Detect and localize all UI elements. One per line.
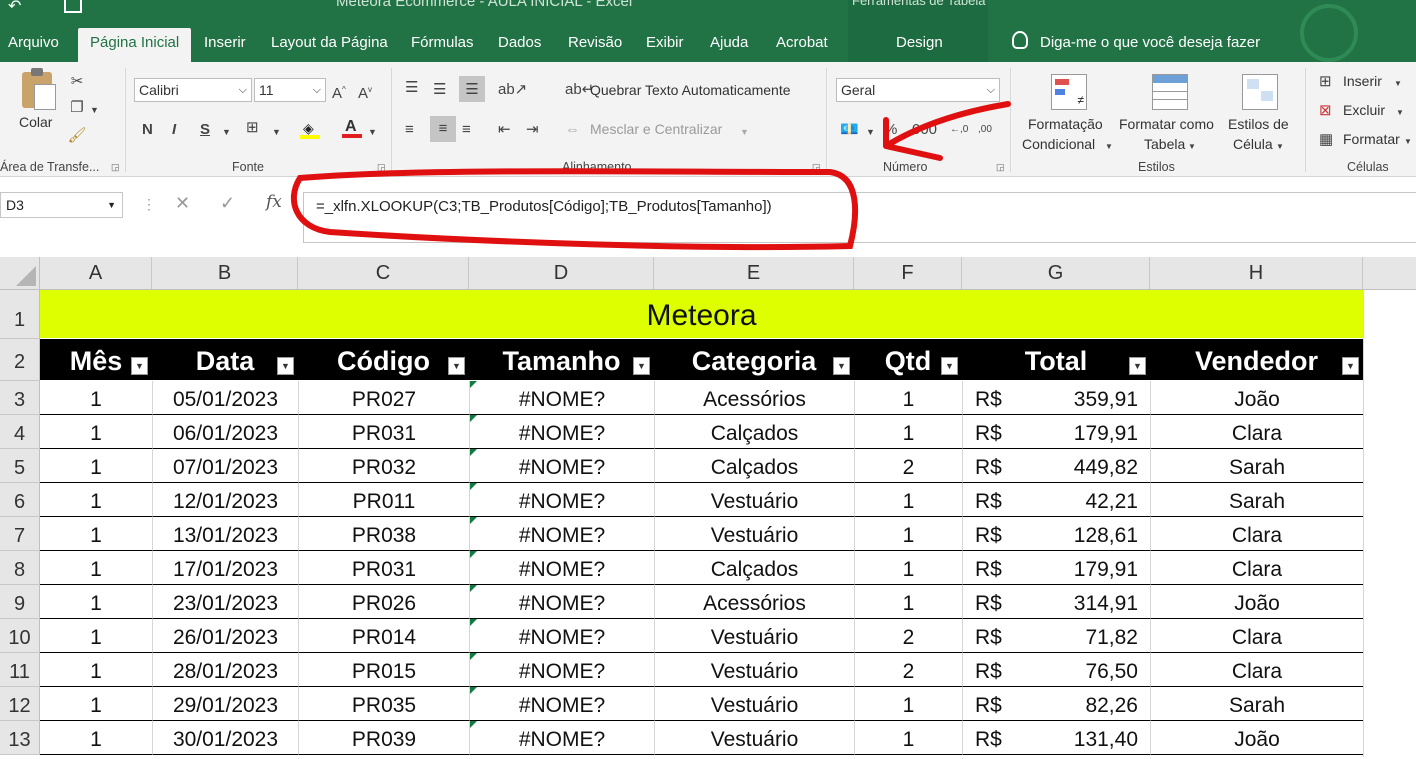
annotation-layer <box>290 101 1011 251</box>
annotation-circle <box>290 168 859 251</box>
annotation-arrow <box>883 101 1011 161</box>
